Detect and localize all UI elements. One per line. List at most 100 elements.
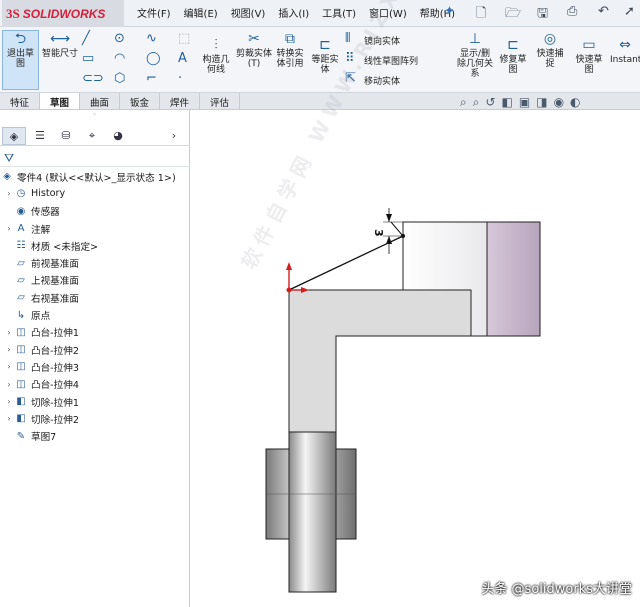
menu-insert[interactable]: 插入(I) [278,5,309,20]
section-view-icon[interactable]: ◧ [502,95,513,110]
tree-node-label: 前视基准面 [31,259,79,271]
expand-arrow-icon[interactable]: › [4,414,14,423]
line-icon[interactable]: ╱ [82,31,90,46]
exit-sketch-button[interactable]: ⮌ 退出草图 [2,30,39,90]
tree-node[interactable]: › ◧ 切除-拉伸1 [0,393,190,410]
tab-sheet-metal[interactable]: 钣金 [120,93,160,109]
graphics-area[interactable]: 3 [191,110,640,607]
tree-node-label: 原点 [31,311,51,323]
expand-arrow-icon[interactable]: › [4,224,14,233]
panel-grip[interactable]: ◦ [0,110,189,120]
tree-node[interactable]: ☷ 材质 <未指定> [0,237,190,254]
dimension-value[interactable]: 3 [372,229,385,237]
source-credit: 头条 @solidworks大讲堂 [481,582,632,597]
tab-features[interactable]: 特征 [0,93,40,109]
tree-node-label: 凸台-拉伸4 [31,380,79,392]
arc-icon[interactable]: ◠ [114,51,125,66]
sketch-geometry[interactable] [286,221,405,293]
menu-tools[interactable]: 工具(T) [322,5,356,20]
tab-sketch[interactable]: 草图 [40,93,80,109]
tree-node[interactable]: › ◫ 凸台-拉伸4 [0,376,190,393]
part-model-view: 3 [265,208,541,593]
expand-arrow-icon[interactable]: › [4,328,14,337]
open-document-icon[interactable]: 🗁 [505,4,521,26]
filter-icon[interactable]: ⛛ [0,149,190,167]
zoom-to-fit-icon[interactable]: ⌕ [460,95,467,110]
instant2d-button[interactable]: ⇔ Instant2 [610,37,640,65]
menu-edit[interactable]: 编辑(E) [184,5,218,20]
view-orientation-icon[interactable]: ▣ [519,95,530,110]
feature-tree-tab-icon[interactable]: ◈ [2,126,26,145]
expand-arrow-icon[interactable]: › [4,189,14,198]
select-icon[interactable]: ➚ [624,4,635,19]
undo-icon[interactable]: ↶ [598,4,609,19]
surface-icon[interactable]: ⬚ [178,31,190,46]
menu-view[interactable]: 视图(V) [231,5,266,20]
feature-manager-tabs: ◈ ☰ ⛁ ⌖ ◕ › [0,126,190,146]
new-document-icon[interactable]: 🗋 [476,4,486,26]
tree-node[interactable]: › A 注解 [0,220,190,237]
trim-entities-button[interactable]: ✂ 剪裁实体(T) [236,31,272,69]
polygon-icon[interactable]: ⬡ [114,71,125,86]
tab-surfaces[interactable]: 曲面 [80,93,120,109]
tree-node[interactable]: ▱ 右视基准面 [0,289,190,306]
pin-icon[interactable]: ✦ [444,4,455,19]
convert-entities-button[interactable]: ⧉ 转换实体引用 [273,31,307,69]
expand-arrow-icon[interactable]: › [4,397,14,406]
rectangle-icon[interactable]: ▭ [82,51,94,66]
tree-node[interactable]: › ◫ 凸台-拉伸1 [0,324,190,341]
move-entities-label[interactable]: 移动实体 [364,74,400,87]
tree-node-label: 切除-拉伸1 [31,397,79,409]
circle-icon[interactable]: ⊙ [114,31,125,46]
plane-icon: ▱ [17,257,25,269]
display-manager-tab-icon[interactable]: ◕ [106,127,130,145]
quick-snaps-button[interactable]: ◎ 快速捕捉 [533,31,567,69]
tree-node-label: 注解 [31,224,51,236]
tab-evaluate[interactable]: 评估 [200,93,240,109]
part-root-node[interactable]: ◈ 零件4 (默认<<默认>_显示状态 1>) [0,168,190,185]
lower-hub[interactable] [265,431,357,593]
tree-node[interactable]: › ◫ 凸台-拉伸3 [0,358,190,375]
tree-node[interactable]: › ◷ History [0,185,190,202]
cut-extrude-icon: ◧ [16,413,26,425]
configuration-manager-tab-icon[interactable]: ⛁ [54,127,78,145]
display-relations-button[interactable]: ⊥ 显示/删除几何关系 [456,31,494,79]
tree-node[interactable]: › ◧ 切除-拉伸2 [0,410,190,427]
rapid-sketch-button[interactable]: ▭ 快速草图 [572,37,606,75]
chevron-right-icon[interactable]: › [162,127,186,145]
dimxpert-tab-icon[interactable]: ⌖ [80,127,104,145]
trim-entities-icon: ✂ [248,31,260,47]
property-manager-tab-icon[interactable]: ☰ [28,127,52,145]
repair-sketch-button[interactable]: ⊏ 修复草图 [497,37,529,75]
tab-weldments[interactable]: 焊件 [160,93,200,109]
print-icon[interactable]: ⎙ [567,4,577,19]
tree-node[interactable]: › ◫ 凸台-拉伸2 [0,341,190,358]
slot-icon[interactable]: ⊂⊃ [82,71,104,86]
tree-node[interactable]: ▱ 上视基准面 [0,272,190,289]
expand-arrow-icon[interactable]: › [4,380,14,389]
save-icon[interactable]: 🖫 [537,4,548,26]
previous-view-icon[interactable]: ↺ [485,95,495,110]
tree-node[interactable]: ▱ 前视基准面 [0,254,190,271]
text-icon[interactable]: A [178,51,187,66]
zoom-to-area-icon[interactable]: ⌕ [473,95,480,110]
menu-file[interactable]: 文件(F) [137,5,171,20]
extrude-icon: ◫ [16,361,26,373]
spline-icon[interactable]: ∿ [146,31,157,46]
rapid-sketch-icon: ▭ [582,37,596,53]
tree-node[interactable]: ✎ 草图7 [0,427,190,444]
expand-arrow-icon[interactable]: › [4,362,14,371]
rapid-sketch-label: 快速草图 [575,55,603,75]
tree-node[interactable]: ◉ 传感器 [0,203,190,220]
construction-geometry-button[interactable]: ⫶ 构造几何线 [200,37,232,75]
ellipse-icon[interactable]: ◯ [146,51,161,66]
smart-dimension-button[interactable]: ⟷ 智能尺寸 [42,31,78,59]
expand-arrow-icon[interactable]: › [4,345,14,354]
point-icon[interactable]: · [178,71,182,86]
hide-show-icon[interactable]: ◉ [554,95,564,110]
smart-dimension-label: 智能尺寸 [42,49,79,59]
tree-node[interactable]: ↳ 原点 [0,306,190,323]
display-style-icon[interactable]: ◨ [536,95,547,110]
fillet-icon[interactable]: ⌐ [146,71,157,86]
edit-appearance-icon[interactable]: ◐ [570,95,580,110]
